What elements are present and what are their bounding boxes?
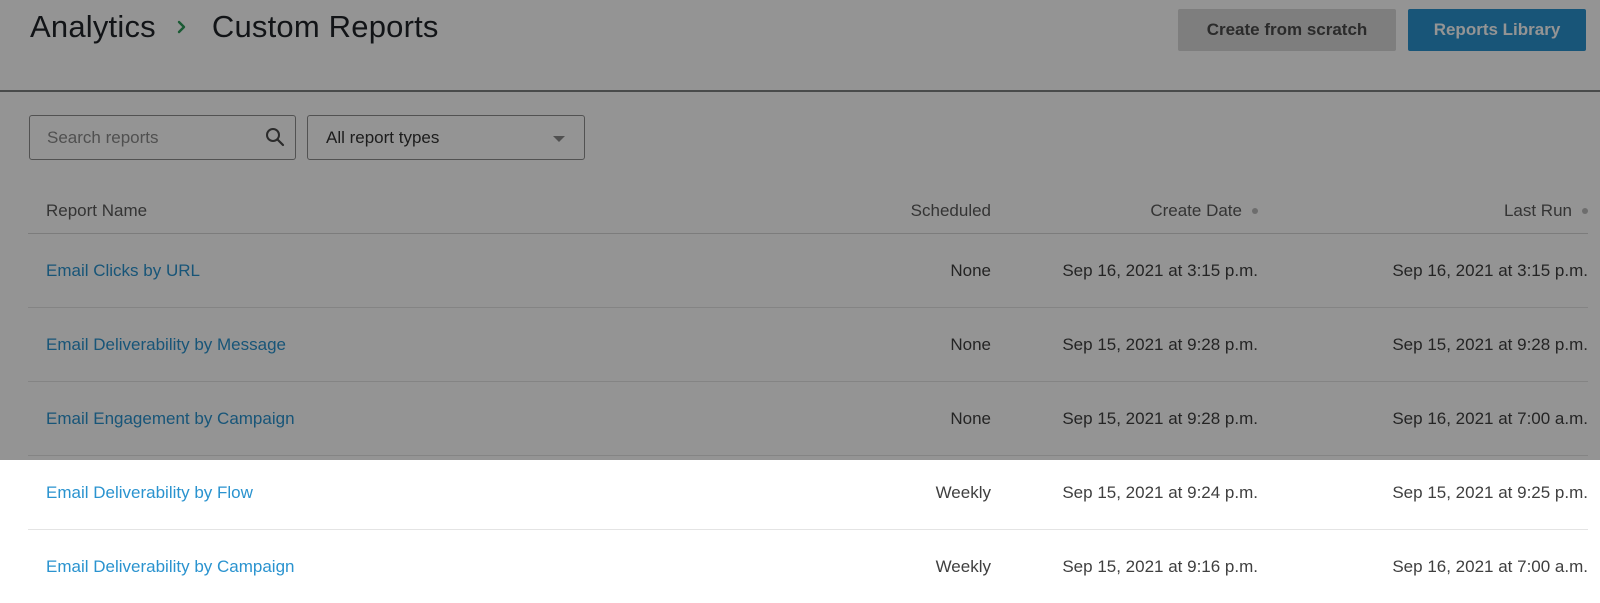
breadcrumb-current: Custom Reports bbox=[211, 9, 439, 44]
scheduled-cell: Weekly bbox=[935, 482, 991, 502]
column-header-label: Scheduled bbox=[910, 200, 991, 220]
column-header-create-date[interactable]: Create Date bbox=[1150, 188, 1258, 233]
report-link[interactable]: Email Engagement by Campaign bbox=[46, 409, 295, 429]
create-date-cell: Sep 15, 2021 at 9:28 p.m. bbox=[1062, 334, 1258, 354]
reports-table: Report Name Scheduled Create Date Last R… bbox=[28, 188, 1588, 603]
report-link[interactable]: Email Deliverability by Campaign bbox=[46, 557, 294, 577]
search-icon[interactable] bbox=[265, 127, 285, 147]
table-header: Report Name Scheduled Create Date Last R… bbox=[28, 188, 1588, 234]
sort-dot-icon bbox=[1582, 207, 1588, 214]
report-link[interactable]: Email Clicks by URL bbox=[46, 261, 200, 281]
search-box bbox=[29, 115, 296, 160]
last-run-cell: Sep 15, 2021 at 9:28 p.m. bbox=[1392, 334, 1588, 354]
table-row: Email Clicks by URL None Sep 16, 2021 at… bbox=[28, 234, 1588, 308]
scheduled-cell: None bbox=[950, 260, 991, 280]
table-row: Email Deliverability by Message None Sep… bbox=[28, 308, 1588, 382]
create-date-cell: Sep 16, 2021 at 3:15 p.m. bbox=[1062, 260, 1258, 280]
breadcrumb-root[interactable]: Analytics bbox=[30, 9, 156, 45]
column-header-label: Create Date bbox=[1150, 200, 1242, 220]
report-type-select[interactable]: All report types bbox=[307, 115, 585, 160]
create-date-cell: Sep 15, 2021 at 9:28 p.m. bbox=[1062, 408, 1258, 428]
table-row: Email Engagement by Campaign None Sep 15… bbox=[28, 382, 1588, 456]
sort-dot-icon bbox=[1252, 207, 1258, 214]
last-run-cell: Sep 16, 2021 at 7:00 a.m. bbox=[1392, 408, 1588, 428]
report-link[interactable]: Email Deliverability by Flow bbox=[46, 483, 253, 503]
create-date-cell: Sep 15, 2021 at 9:16 p.m. bbox=[1062, 556, 1258, 576]
create-date-cell: Sep 15, 2021 at 9:24 p.m. bbox=[1062, 482, 1258, 502]
scheduled-cell: None bbox=[950, 408, 991, 428]
reports-library-button[interactable]: Reports Library bbox=[1408, 9, 1586, 51]
last-run-cell: Sep 16, 2021 at 3:15 p.m. bbox=[1392, 260, 1588, 280]
table-row: Email Deliverability by Campaign Weekly … bbox=[28, 530, 1588, 603]
chevron-right-icon bbox=[176, 17, 188, 37]
column-header-label: Report Name bbox=[46, 200, 148, 220]
column-header-label: Last Run bbox=[1503, 200, 1572, 220]
report-type-selected: All report types bbox=[326, 128, 440, 147]
report-link[interactable]: Email Deliverability by Message bbox=[46, 335, 286, 355]
breadcrumb: Analytics Custom Reports bbox=[30, 9, 439, 45]
table-row: Email Deliverability by Flow Weekly Sep … bbox=[28, 456, 1588, 530]
column-header-report-name: Report Name bbox=[46, 188, 147, 233]
last-run-cell: Sep 15, 2021 at 9:25 p.m. bbox=[1392, 482, 1588, 502]
search-input[interactable] bbox=[30, 116, 260, 159]
scheduled-cell: None bbox=[950, 334, 991, 354]
column-header-scheduled: Scheduled bbox=[911, 188, 991, 233]
column-header-last-run[interactable]: Last Run bbox=[1504, 188, 1588, 233]
scheduled-cell: Weekly bbox=[935, 556, 991, 576]
page-header: Analytics Custom Reports Create from scr… bbox=[0, 0, 1600, 92]
last-run-cell: Sep 16, 2021 at 7:00 a.m. bbox=[1392, 556, 1588, 576]
caret-down-icon bbox=[553, 136, 565, 142]
create-from-scratch-button[interactable]: Create from scratch bbox=[1178, 9, 1396, 51]
